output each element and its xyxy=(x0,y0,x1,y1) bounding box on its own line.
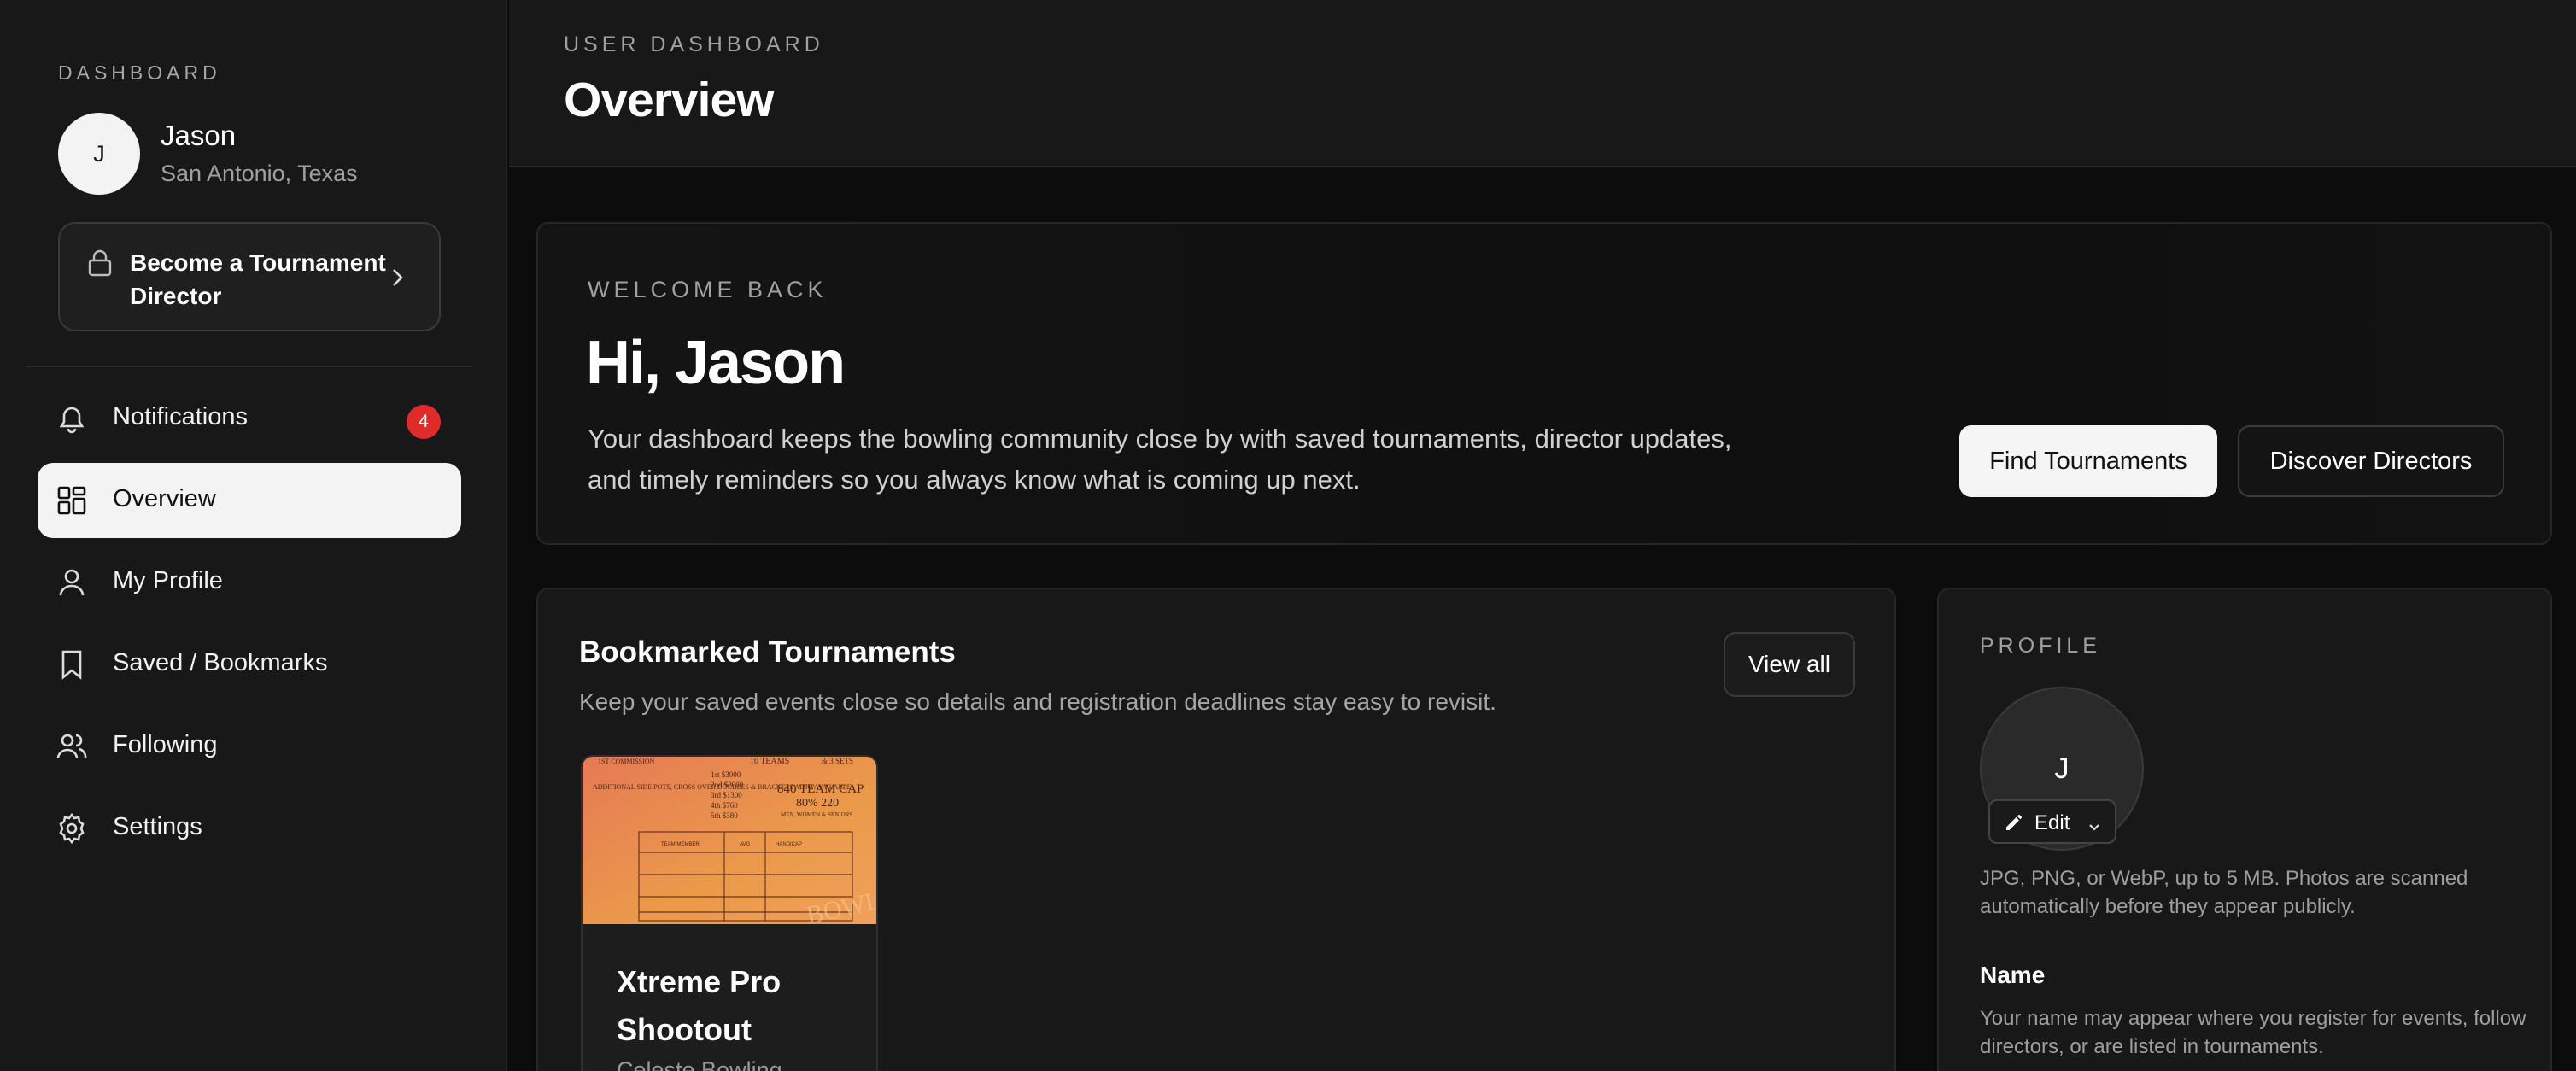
sidebar-item-settings[interactable]: Settings xyxy=(38,791,461,866)
sidebar-item-saved-bookmarks[interactable]: Saved / Bookmarks xyxy=(38,627,461,702)
avatar[interactable]: J xyxy=(58,113,140,195)
flyer-top-left: 1ST COMMISSION xyxy=(598,758,655,765)
user-name: Jason xyxy=(161,120,237,151)
flyer-table-header: TEAM MEMBER xyxy=(661,842,700,847)
name-field-hint: Your name may appear where you register … xyxy=(1980,1007,2526,1058)
view-all-button[interactable]: View all xyxy=(1724,632,1855,697)
page-header: USER DASHBOARD Overview xyxy=(509,0,2576,167)
tournament-flyer-image: 1ST COMMISSION 10 TEAMS & 3 SETS ADDITIO… xyxy=(583,757,876,924)
photo-hint: JPG, PNG, or WebP, up to 5 MB. Photos ar… xyxy=(1980,867,2468,918)
flyer-payout: 2nd $2000 xyxy=(711,781,744,789)
flyer-mix: MEN, WOMEN & SENIORS xyxy=(781,811,852,818)
welcome-card: WELCOME BACK Hi, Jason Your dashboard ke… xyxy=(536,222,2552,545)
become-director-label: Become a Tournament Director xyxy=(130,249,386,309)
flyer-payout: 1st $3000 xyxy=(711,770,741,779)
page-title: Overview xyxy=(564,73,774,127)
sidebar-item-label: Following xyxy=(113,731,218,758)
find-tournaments-button[interactable]: Find Tournaments xyxy=(1959,425,2217,497)
sidebar-item-notifications[interactable]: Notifications 4 xyxy=(38,381,461,456)
flyer-top-mid: 10 TEAMS xyxy=(750,757,789,766)
edit-photo-button[interactable]: Edit xyxy=(1988,799,2116,844)
sidebar-divider xyxy=(26,366,473,367)
section-subtitle: Keep your saved events close so details … xyxy=(579,688,1496,715)
sidebar-item-label: My Profile xyxy=(113,567,223,594)
sidebar-label: DASHBOARD xyxy=(58,61,221,84)
sidebar-item-label: Saved / Bookmarks xyxy=(113,649,328,676)
gear-icon xyxy=(56,812,87,845)
flyer-table-header: AVG xyxy=(740,842,751,847)
user-icon xyxy=(56,567,87,598)
lock-icon xyxy=(87,249,113,281)
bookmarked-tournaments-card: Bookmarked Tournaments Keep your saved e… xyxy=(536,588,1896,1071)
flyer-payout: 4th $760 xyxy=(711,801,738,810)
sidebar-item-label: Notifications xyxy=(113,403,248,430)
bell-icon xyxy=(56,403,87,434)
discover-directors-button[interactable]: Discover Directors xyxy=(2238,425,2504,497)
profile-eyebrow: PROFILE xyxy=(1980,634,2101,658)
become-director-button[interactable]: Become a Tournament Director xyxy=(58,222,441,331)
name-field-label: Name xyxy=(1980,962,2046,988)
header-eyebrow: USER DASHBOARD xyxy=(564,32,824,56)
welcome-eyebrow: WELCOME BACK xyxy=(588,277,828,302)
flyer-handicap: 80% 220 xyxy=(796,797,839,810)
bookmark-icon xyxy=(56,649,87,680)
welcome-description: Your dashboard keeps the bowling communi… xyxy=(588,424,1732,495)
dashboard-grid-icon xyxy=(56,485,87,516)
chevron-right-icon xyxy=(391,266,405,293)
sidebar-item-following[interactable]: Following xyxy=(38,709,461,784)
tournament-card[interactable]: 1ST COMMISSION 10 TEAMS & 3 SETS ADDITIO… xyxy=(581,755,878,1071)
chevron-down-icon xyxy=(2087,815,2101,839)
tournament-name: Xtreme Pro Shootout xyxy=(617,964,782,1047)
pencil-icon xyxy=(2004,812,2024,839)
sidebar-item-label: Settings xyxy=(113,813,202,840)
welcome-greeting: Hi, Jason xyxy=(586,329,846,397)
sidebar-item-my-profile[interactable]: My Profile xyxy=(38,545,461,620)
flyer-cap: 840 TEAM CAP xyxy=(777,782,864,796)
tournament-venue: Celeste Bowling xyxy=(617,1057,782,1071)
flyer-payout: 3rd $1300 xyxy=(711,791,742,799)
users-icon xyxy=(56,731,87,762)
user-location: San Antonio, Texas xyxy=(161,161,358,186)
flyer-top-right: & 3 SETS xyxy=(822,757,853,765)
section-title: Bookmarked Tournaments xyxy=(579,635,956,669)
app-root: DASHBOARD J Jason San Antonio, Texas Bec… xyxy=(0,0,2576,1071)
notification-count-badge: 4 xyxy=(407,405,441,439)
edit-label: Edit xyxy=(2034,811,2070,834)
sidebar-item-overview[interactable]: Overview xyxy=(38,463,461,538)
flyer-table-header: HANDICAP xyxy=(776,842,802,847)
sidebar: DASHBOARD J Jason San Antonio, Texas Bec… xyxy=(0,0,507,1071)
sidebar-item-label: Overview xyxy=(113,485,216,512)
flyer-payout: 5th $380 xyxy=(711,811,738,820)
profile-card: PROFILE J Edit JPG, PNG, or WebP, up to … xyxy=(1937,588,2552,1071)
